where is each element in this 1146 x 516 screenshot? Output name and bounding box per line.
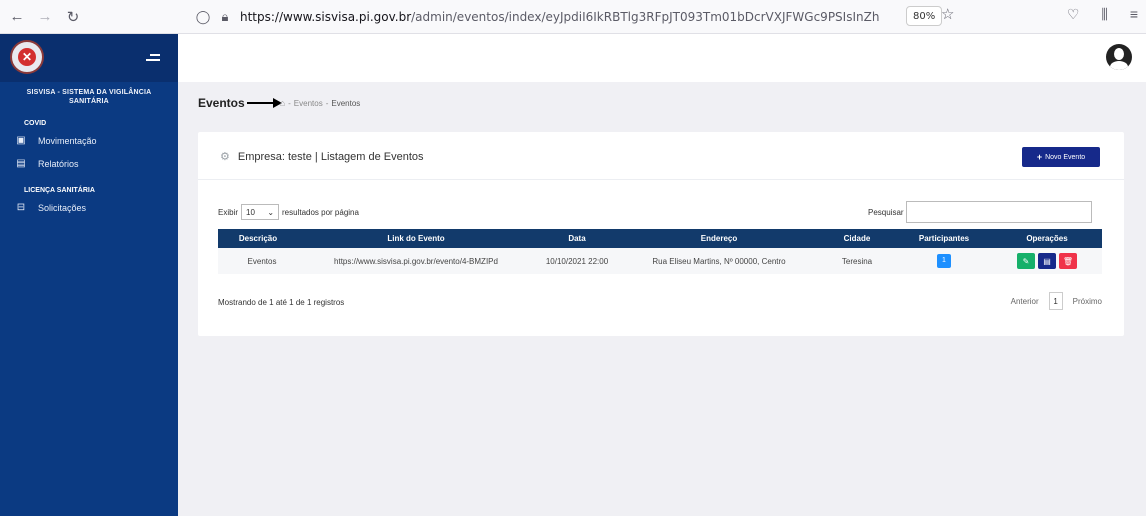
search-input[interactable]	[905, 201, 1092, 223]
pagination: Anterior 1 Próximo	[1011, 292, 1102, 310]
column-header[interactable]: Data	[534, 229, 620, 248]
pdf-button[interactable]: ▤	[1038, 253, 1056, 269]
url-text[interactable]: https://www.sisvisa.pi.gov.br/admin/even…	[240, 10, 880, 24]
lock-icon[interactable]: 🔒︎	[216, 10, 234, 25]
table-row: Eventos https://www.sisvisa.pi.gov.br/ev…	[218, 248, 1102, 274]
next-button[interactable]: Próximo	[1073, 297, 1102, 306]
bookmark-star-icon[interactable]: ☆	[941, 5, 954, 23]
breadcrumb: Eventos ⌂ - Eventos - Eventos	[198, 96, 361, 110]
events-card: ⚙ Empresa: teste | Listagem de Eventos +…	[198, 132, 1124, 336]
events-table: Descrição Link do Evento Data Endereço C…	[218, 229, 1102, 274]
event-link[interactable]: https://www.sisvisa.pi.gov.br/evento/4-B…	[298, 248, 534, 274]
sidebar-item-label: Solicitações	[38, 202, 87, 213]
card-header: ⚙ Empresa: teste | Listagem de Eventos +…	[198, 132, 1124, 180]
reload-icon[interactable]: ↻	[62, 6, 84, 28]
pocket-icon[interactable]: ♡	[1067, 6, 1080, 23]
search-control: Pesquisar	[868, 201, 1092, 223]
page-title: Eventos	[198, 96, 245, 110]
back-icon[interactable]: ←	[6, 6, 28, 28]
trash-icon: 🗑︎	[1062, 256, 1074, 266]
row-operations: ✎ ▤ 🗑︎	[992, 253, 1102, 269]
cell-cidade: Teresina	[818, 248, 896, 274]
breadcrumb-item[interactable]: Eventos	[294, 99, 323, 108]
search-label: Pesquisar	[868, 207, 904, 217]
sidebar: ✕ SISVISA - SISTEMA DA VIGILÂNCIA SANITÁ…	[0, 34, 178, 516]
column-header[interactable]: Cidade	[818, 229, 896, 248]
sidebar-header: ✕	[0, 34, 178, 82]
page-size-select[interactable]: 10 ⌄	[241, 204, 280, 220]
pencil-icon: ✎	[1022, 256, 1030, 266]
menu-icon[interactable]: ≡	[1130, 6, 1138, 23]
arrow-annotation	[246, 102, 273, 104]
monitor-icon: ▣	[16, 135, 26, 146]
column-header[interactable]: Participantes	[896, 229, 992, 248]
browser-toolbar: ← → ↻ ◯ 🔒︎ https://www.sisvisa.pi.gov.br…	[0, 0, 1146, 34]
shield-icon[interactable]: ◯	[194, 10, 212, 25]
previous-button[interactable]: Anterior	[1011, 297, 1039, 306]
delete-button[interactable]: 🗑︎	[1059, 253, 1077, 269]
page-length-control: Exibir 10 ⌄ resultados por página	[218, 204, 359, 220]
column-header[interactable]: Endereço	[620, 229, 818, 248]
address-bar[interactable]: ◯ 🔒︎ https://www.sisvisa.pi.gov.br/admin…	[190, 4, 980, 30]
participants-badge[interactable]: 1	[937, 254, 951, 268]
forward-icon[interactable]: →	[34, 6, 56, 28]
home-icon[interactable]: ⌂	[280, 98, 285, 108]
zoom-badge[interactable]: 80%	[906, 6, 943, 26]
sidebar-item-label: Movimentação	[38, 135, 97, 146]
sidebar-item-relatorios[interactable]: ▤ Relatórios	[0, 154, 178, 173]
plus-icon: +	[1036, 152, 1043, 162]
column-header[interactable]: Link do Evento	[298, 229, 534, 248]
card-title: Empresa: teste | Listagem de Eventos	[237, 150, 424, 163]
table-info: Mostrando de 1 até 1 de 1 registros	[218, 298, 345, 307]
column-header: Operações	[992, 229, 1102, 248]
file-icon: ▤	[1043, 256, 1051, 266]
sidebar-item-movimentacao[interactable]: ▣ Movimentação	[0, 131, 178, 150]
folder-icon: ⊟	[16, 202, 26, 213]
cell-descricao: Eventos	[218, 248, 298, 274]
page-button[interactable]: 1	[1048, 292, 1063, 310]
gear-icon: ⚙	[220, 151, 230, 163]
chevron-down-icon: ⌄	[267, 207, 275, 217]
table-header-row: Descrição Link do Evento Data Endereço C…	[218, 229, 1102, 248]
new-event-button[interactable]: + Novo Evento	[1022, 147, 1100, 167]
library-icon[interactable]: ⫼	[1101, 6, 1107, 23]
cell-data: 10/10/2021 22:00	[534, 248, 620, 274]
cell-endereco: Rua Eliseu Martins, Nº 00000, Centro	[620, 248, 818, 274]
logo[interactable]: ✕	[10, 40, 44, 74]
sidebar-title: SISVISA - SISTEMA DA VIGILÂNCIA SANITÁRI…	[26, 89, 152, 105]
sidebar-section-covid: COVID	[24, 120, 47, 127]
sidebar-item-solicitacoes[interactable]: ⊟ Solicitações	[0, 198, 178, 217]
breadcrumb-item-current: Eventos	[331, 98, 361, 108]
edit-button[interactable]: ✎	[1017, 253, 1035, 269]
user-avatar-icon[interactable]	[1106, 44, 1132, 70]
column-header[interactable]: Descrição	[218, 229, 298, 248]
sidebar-section-licenca: LICENÇA SANITÁRIA	[24, 187, 95, 194]
hamburger-icon[interactable]	[146, 54, 160, 64]
sidebar-item-label: Relatórios	[38, 158, 79, 169]
document-icon: ▤	[16, 158, 26, 169]
topbar	[178, 34, 1146, 82]
